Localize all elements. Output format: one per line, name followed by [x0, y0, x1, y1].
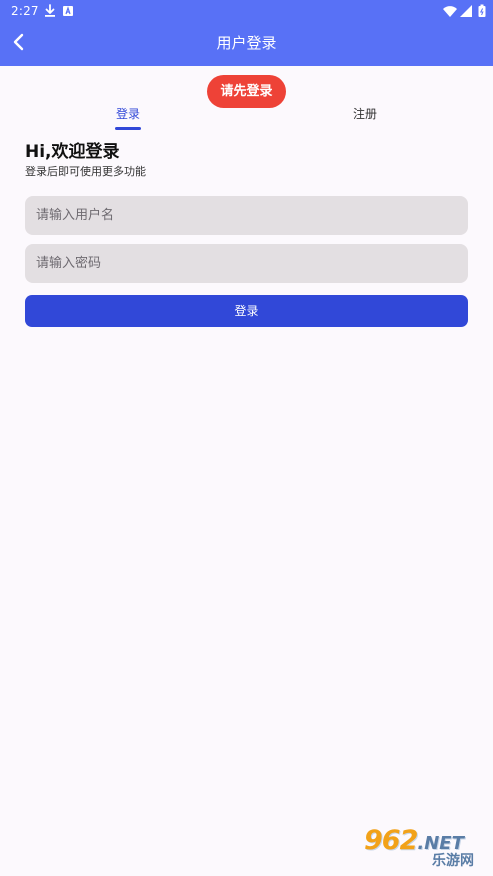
battery-icon — [474, 3, 490, 19]
password-input[interactable] — [25, 244, 468, 283]
wifi-icon — [442, 3, 458, 19]
login-button[interactable]: 登录 — [25, 295, 468, 327]
status-bar: 2:27 — [0, 0, 493, 22]
welcome-subtitle: 登录后即可使用更多功能 — [25, 165, 146, 178]
login-required-toast: 请先登录 — [207, 75, 286, 108]
tab-register[interactable]: 注册 — [350, 106, 380, 122]
signal-icon — [458, 3, 474, 19]
site-watermark: 962.NET 乐游网 — [356, 826, 488, 872]
tab-login-label: 登录 — [115, 107, 140, 121]
status-time: 2:27 — [11, 4, 39, 18]
page-title: 用户登录 — [216, 34, 277, 52]
download-icon — [42, 3, 58, 19]
welcome-title: Hi,欢迎登录 — [25, 142, 120, 162]
app-notification-icon — [60, 3, 76, 19]
tab-active-indicator — [115, 127, 141, 130]
password-field — [25, 244, 468, 283]
watermark-sub: 乐游网 — [432, 853, 474, 869]
watermark-brand: 962 — [364, 825, 418, 856]
watermark-suffix: .NET — [417, 833, 464, 854]
tab-login[interactable]: 登录 — [113, 106, 143, 130]
app-header: 2:27 用户登录 — [0, 0, 493, 66]
username-input[interactable] — [25, 196, 468, 235]
username-field — [25, 196, 468, 235]
tab-register-label: 注册 — [352, 107, 377, 121]
